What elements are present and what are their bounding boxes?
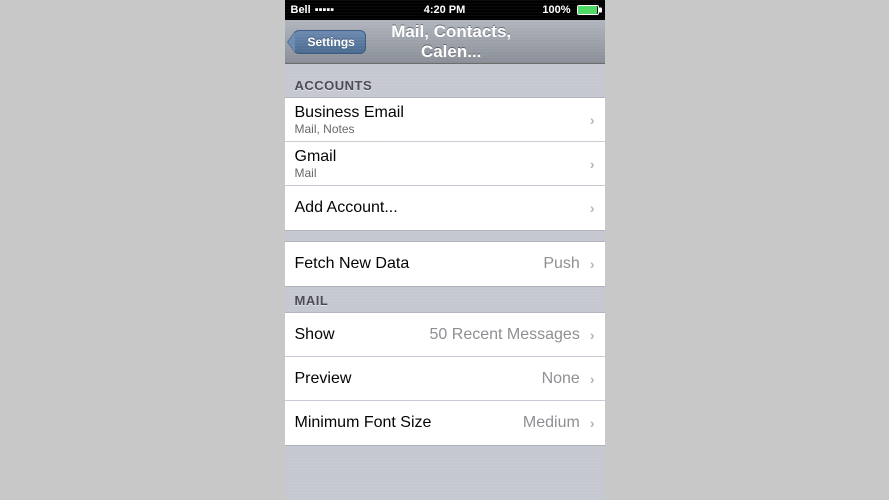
mail-table-group: Show 50 Recent Messages › Preview None ›… [285, 312, 605, 446]
status-bar: Bell ▪▪▪▪▪ 4:20 PM 100% [285, 0, 605, 20]
fetch-new-data-chevron: › [590, 256, 595, 272]
min-font-size-value: Medium [523, 414, 580, 432]
fetch-new-data-value: Push [543, 255, 579, 273]
min-font-size-title: Minimum Font Size [295, 414, 523, 432]
battery-icon [577, 5, 599, 15]
status-left: Bell ▪▪▪▪▪ [291, 4, 335, 16]
content: Accounts Business Email Mail, Notes › Gm… [285, 64, 605, 446]
mail-section-header: Mail [285, 287, 605, 312]
preview-value: None [542, 370, 580, 388]
gmail-subtitle: Mail [295, 166, 586, 180]
gmail-row[interactable]: Gmail Mail › [285, 142, 605, 186]
add-account-row[interactable]: Add Account... › [285, 186, 605, 230]
back-button[interactable]: Settings [293, 30, 366, 54]
show-row[interactable]: Show 50 Recent Messages › [285, 313, 605, 357]
wifi-icon: ▪▪▪▪▪ [315, 4, 335, 16]
nav-title: Mail, Contacts, Calen... [366, 22, 537, 62]
gmail-title: Gmail [295, 148, 586, 166]
phone-screen: Bell ▪▪▪▪▪ 4:20 PM 100% Settings Mail, C… [285, 0, 605, 500]
gmail-chevron: › [590, 156, 595, 172]
business-email-chevron: › [590, 112, 595, 128]
fetch-new-data-title: Fetch New Data [295, 255, 544, 273]
add-account-title: Add Account... [295, 199, 586, 217]
business-email-title: Business Email [295, 104, 586, 122]
preview-row[interactable]: Preview None › [285, 357, 605, 401]
add-account-chevron: › [590, 200, 595, 216]
fetch-new-data-row[interactable]: Fetch New Data Push › [285, 242, 605, 286]
min-font-size-chevron: › [590, 415, 595, 431]
carrier-label: Bell [291, 4, 311, 16]
nav-bar: Settings Mail, Contacts, Calen... [285, 20, 605, 64]
min-font-size-row[interactable]: Minimum Font Size Medium › [285, 401, 605, 445]
business-email-subtitle: Mail, Notes [295, 122, 586, 136]
business-email-row[interactable]: Business Email Mail, Notes › [285, 98, 605, 142]
accounts-section-header: Accounts [285, 72, 605, 97]
accounts-table-group: Business Email Mail, Notes › Gmail Mail … [285, 97, 605, 231]
battery-percent: 100% [542, 4, 570, 16]
show-chevron: › [590, 327, 595, 343]
show-value: 50 Recent Messages [430, 326, 580, 344]
time-label: 4:20 PM [424, 4, 466, 16]
preview-title: Preview [295, 370, 542, 388]
show-title: Show [295, 326, 430, 344]
status-right: 100% [542, 4, 598, 16]
preview-chevron: › [590, 371, 595, 387]
fetch-table-group: Fetch New Data Push › [285, 241, 605, 287]
